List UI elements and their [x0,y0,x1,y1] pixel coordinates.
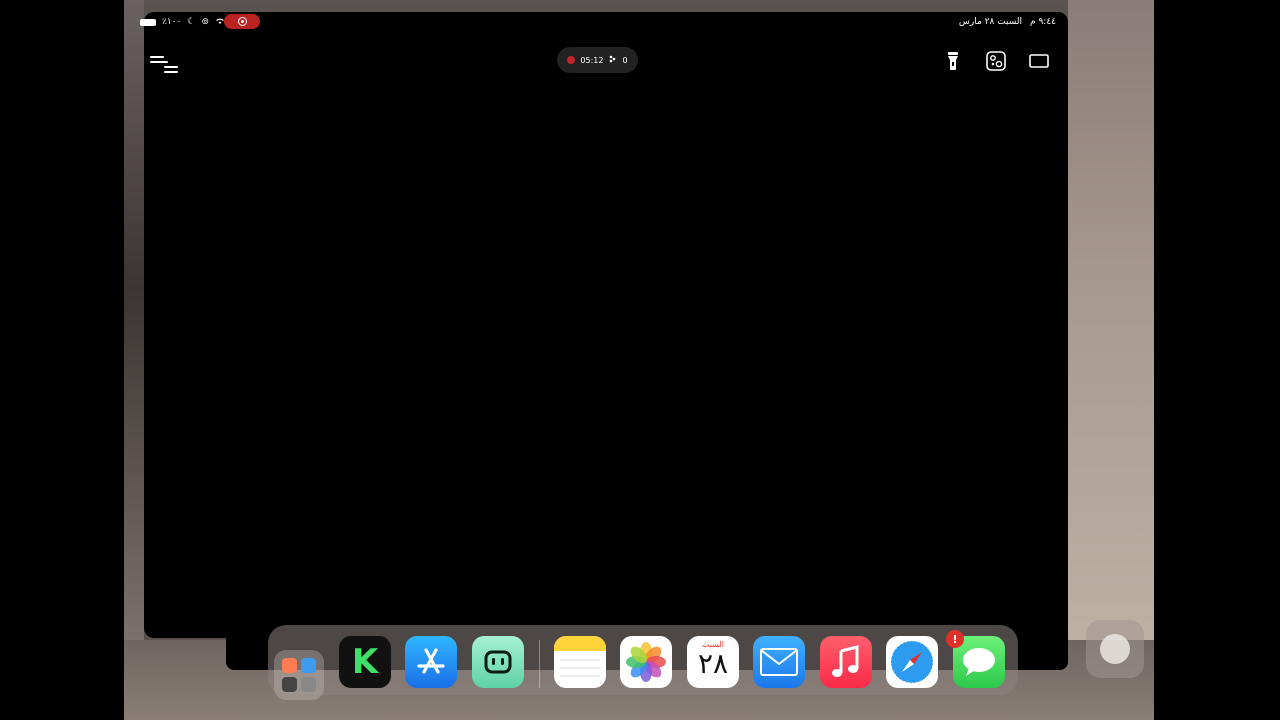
flashlight-icon [948,52,958,70]
dock-app-calendar[interactable]: السبت ٢٨ [687,636,739,688]
record-icon [237,17,247,26]
status-bar-left: ٪١٠٠ ☾ ⊚ [140,14,225,30]
menu-button[interactable] [146,48,180,78]
notes-icon [554,636,606,677]
status-bar-right: ٩:٤٤ م السبت ٢٨ مارس [959,14,1056,30]
menu-line [164,71,178,73]
mail-icon [760,648,798,676]
dock-divider [539,640,540,688]
message-bubble-icon [963,648,995,676]
recording-dot-icon [567,56,576,64]
dock-folder[interactable] [274,650,324,700]
dock-app-music[interactable] [820,636,872,688]
robot-chat-icon [484,650,512,674]
app-store-icon [417,648,445,674]
rotation-lock-icon: ⊚ [201,17,209,27]
music-note-icon [832,645,859,677]
recording-timer[interactable]: 05:12 0 [557,47,638,73]
dock-app-mail[interactable] [753,636,805,688]
background-left-edge [124,0,144,720]
recording-elapsed: 05:12 [580,55,604,65]
menu-line [150,61,168,63]
screen-mode-button[interactable] [1023,46,1055,76]
folder-icon [282,658,316,692]
dock-app-kinemaster[interactable]: K [339,636,391,688]
flashlight-button[interactable] [937,46,969,76]
calendar-date: ٢٨ [697,647,729,680]
screen-recording-indicator[interactable] [224,14,260,29]
compass-icon [890,640,934,684]
battery-icon [140,18,156,26]
recording-count: 0 [622,55,628,65]
battery-text: ٪١٠٠ [162,17,182,27]
status-time: ٩:٤٤ م [1030,17,1056,27]
moon-icon: ☾ [187,17,196,27]
assistive-touch-button[interactable] [1086,620,1144,678]
dock-app-photos[interactable] [620,636,672,688]
rectangle-icon [1029,54,1049,68]
dock-app-chat[interactable] [472,636,524,688]
drawing-tool-icon [608,55,617,65]
background-right-edge [1068,0,1154,720]
dock-app-notes[interactable] [554,636,606,688]
menu-line [150,56,164,58]
photos-icon [626,642,666,682]
menu-line [164,66,178,68]
tablet-screen [144,12,1068,638]
status-date: السبت ٢٨ مارس [958,17,1023,27]
messages-badge: ! [946,630,964,648]
dock-app-safari[interactable] [886,636,938,688]
camera-effects-button[interactable] [980,46,1012,76]
kinemaster-icon: K [351,642,379,682]
assistive-touch-icon [1100,634,1130,664]
dock-app-store[interactable] [405,636,457,688]
camera-effects-icon [986,51,1006,71]
